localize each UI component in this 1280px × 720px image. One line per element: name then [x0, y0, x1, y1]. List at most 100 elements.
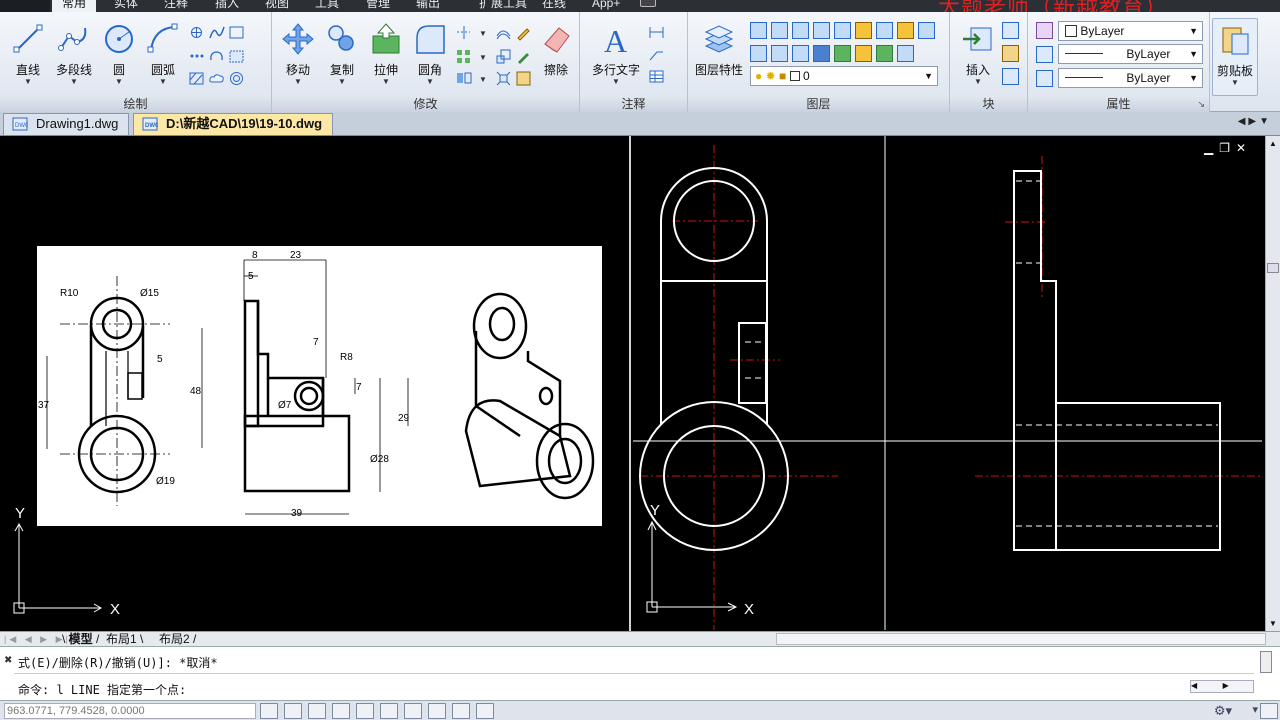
otrack-toggle-icon[interactable] [380, 703, 398, 719]
tab-scroll-arrows[interactable]: ◀▶▼ [1238, 116, 1272, 127]
stretch-button[interactable]: 拉伸 ▼ [364, 22, 408, 86]
revcloud-icon[interactable] [208, 48, 225, 65]
layer-tool-icon[interactable] [918, 22, 935, 39]
circle-button[interactable]: 圆 ▼ [97, 22, 141, 86]
layer-tool-icon[interactable] [771, 45, 788, 62]
layer-tool-icon[interactable] [834, 22, 851, 39]
layer-tool-icon[interactable] [792, 45, 809, 62]
viewport-window-controls[interactable]: ▁❐✕ [1204, 141, 1252, 155]
polar-toggle-icon[interactable] [332, 703, 350, 719]
doc-tab-19-10[interactable]: DWG D:\新越CAD\19\19-10.dwg [133, 113, 334, 135]
fullscreen-icon[interactable] [1260, 703, 1278, 719]
copy-button[interactable]: 复制 ▼ [320, 22, 364, 86]
panel-launcher-icon[interactable]: ↘ [1197, 99, 1205, 110]
color-dropdown[interactable]: ByLayer ▼ [1058, 21, 1203, 41]
clipboard-button[interactable]: 剪贴板 ▼ [1212, 18, 1258, 96]
insert-block-button[interactable]: 插入 ▼ [956, 22, 1000, 86]
settings-gear-icon[interactable]: ⚙▾ [1214, 703, 1232, 719]
tab-solid[interactable]: 实体 [114, 0, 138, 12]
color-icon[interactable] [1036, 22, 1053, 39]
tab-annotate[interactable]: 注释 [164, 0, 188, 12]
rectangle-icon[interactable] [228, 24, 245, 41]
line-button[interactable]: 直线 ▼ [6, 22, 50, 86]
layer-properties-button[interactable]: 图层特性 [694, 22, 744, 78]
modify-panel-title[interactable]: 修改 [272, 97, 579, 112]
scale-icon[interactable] [495, 48, 512, 65]
layer-tool-icon[interactable] [855, 45, 872, 62]
tab-online[interactable]: 在线 [542, 0, 566, 12]
donut-icon[interactable] [228, 70, 245, 87]
application-menu-button[interactable] [0, 0, 50, 12]
workspace-menu-icon[interactable]: ▾ [1252, 703, 1258, 716]
ortho-toggle-icon[interactable] [308, 703, 326, 719]
command-input-line[interactable]: 命令: l LINE 指定第一个点: [18, 681, 186, 698]
annotation-panel-title[interactable]: 注释 [580, 97, 687, 112]
selection-cycling-icon[interactable] [476, 703, 494, 719]
layer-tool-icon[interactable] [855, 22, 872, 39]
draw-panel-title[interactable]: 绘制 [0, 97, 271, 112]
array-icon[interactable] [455, 48, 472, 65]
transparency-toggle-icon[interactable] [452, 703, 470, 719]
hatch-icon[interactable] [188, 70, 205, 87]
divide-icon[interactable] [188, 48, 205, 65]
move-button[interactable]: 移动 ▼ [276, 22, 320, 86]
command-line[interactable]: ✖ 式(E)/删除(R)/撤销(U)]: *取消* 命令: l LINE 指定第… [0, 646, 1280, 700]
layer-tool-icon[interactable] [876, 22, 893, 39]
layer-dropdown[interactable]: ● ✹ ■ 0 ▼ [750, 66, 938, 86]
layer-tool-icon[interactable] [750, 22, 767, 39]
scroll-down-icon[interactable]: ▼ [1269, 619, 1277, 628]
layer-tool-icon[interactable] [813, 22, 830, 39]
linetype-dropdown[interactable]: ByLayer ▼ [1058, 44, 1203, 64]
leader-icon[interactable] [648, 46, 665, 63]
create-block-icon[interactable] [1002, 22, 1019, 39]
osnap-toggle-icon[interactable] [356, 703, 374, 719]
restore-icon[interactable]: ❐ [1219, 141, 1236, 155]
fillet-button[interactable]: 圆角 ▼ [408, 22, 452, 86]
lineweight-toggle-icon[interactable] [428, 703, 446, 719]
offset-icon[interactable] [495, 24, 512, 41]
point-icon[interactable] [188, 24, 205, 41]
dimension-icon[interactable] [648, 24, 665, 41]
command-hscroll[interactable]: ◀ ▶ [1190, 680, 1254, 693]
layer-tool-icon[interactable] [897, 45, 914, 62]
layout-tab-model[interactable]: \ 模型 / [62, 632, 99, 646]
vertical-scrollbar[interactable]: ▲ ▼ [1265, 136, 1280, 631]
linetype-icon[interactable] [1036, 46, 1053, 63]
snap-toggle-icon[interactable] [260, 703, 278, 719]
spline-icon[interactable] [208, 24, 225, 41]
attribute-icon[interactable] [1002, 68, 1019, 85]
layer-tool-icon[interactable] [813, 45, 830, 62]
image-edit-icon[interactable] [515, 70, 532, 87]
ducs-toggle-icon[interactable] [404, 703, 422, 719]
ribbon-toggle-icon[interactable] [640, 0, 656, 7]
close-icon[interactable]: ✕ [1236, 141, 1252, 155]
region-icon[interactable] [228, 48, 245, 65]
minimize-icon[interactable]: ▁ [1204, 141, 1219, 155]
command-scrollbar[interactable] [1260, 651, 1272, 673]
tab-insert[interactable]: 插入 [215, 0, 239, 12]
explode-icon[interactable] [495, 70, 512, 87]
tab-app-plus[interactable]: App+ [592, 0, 620, 12]
layer-tool-icon[interactable] [834, 45, 851, 62]
multiline-text-button[interactable]: A 多行文字 ▼ [592, 22, 640, 86]
layout-tab-layout2[interactable]: 布局2 / [159, 632, 196, 646]
layout-tab-nav-arrows[interactable]: |◀ ◀ ▶ ▶| [4, 632, 71, 646]
right-viewport[interactable]: Y X ▁❐✕ [633, 136, 1265, 631]
scroll-thumb[interactable] [1267, 263, 1279, 273]
tab-output[interactable]: 输出 [416, 0, 440, 12]
pencil-icon[interactable] [515, 24, 532, 41]
properties-panel-title[interactable]: 属性 [1028, 97, 1209, 112]
chevron-down-icon[interactable]: ▼ [475, 48, 492, 65]
polyline-button[interactable]: 多段线 ▼ [52, 22, 96, 86]
layer-panel-title[interactable]: 图层 [688, 97, 949, 112]
table-icon[interactable] [648, 68, 665, 85]
erase-button[interactable]: 擦除 [534, 22, 578, 78]
edit-block-icon[interactable] [1002, 45, 1019, 62]
lineweight-icon[interactable] [1036, 70, 1053, 87]
block-panel-title[interactable]: 块 [950, 97, 1027, 112]
drawing-canvas[interactable]: 8 23 5 R10 Ø15 5 7 R8 48 37 Ø7 7 29 Ø28 … [0, 136, 1280, 631]
tab-manage[interactable]: 管理 [366, 0, 390, 12]
grid-toggle-icon[interactable] [284, 703, 302, 719]
scroll-up-icon[interactable]: ▲ [1269, 139, 1277, 148]
arc-button[interactable]: 圆弧 ▼ [141, 22, 185, 86]
